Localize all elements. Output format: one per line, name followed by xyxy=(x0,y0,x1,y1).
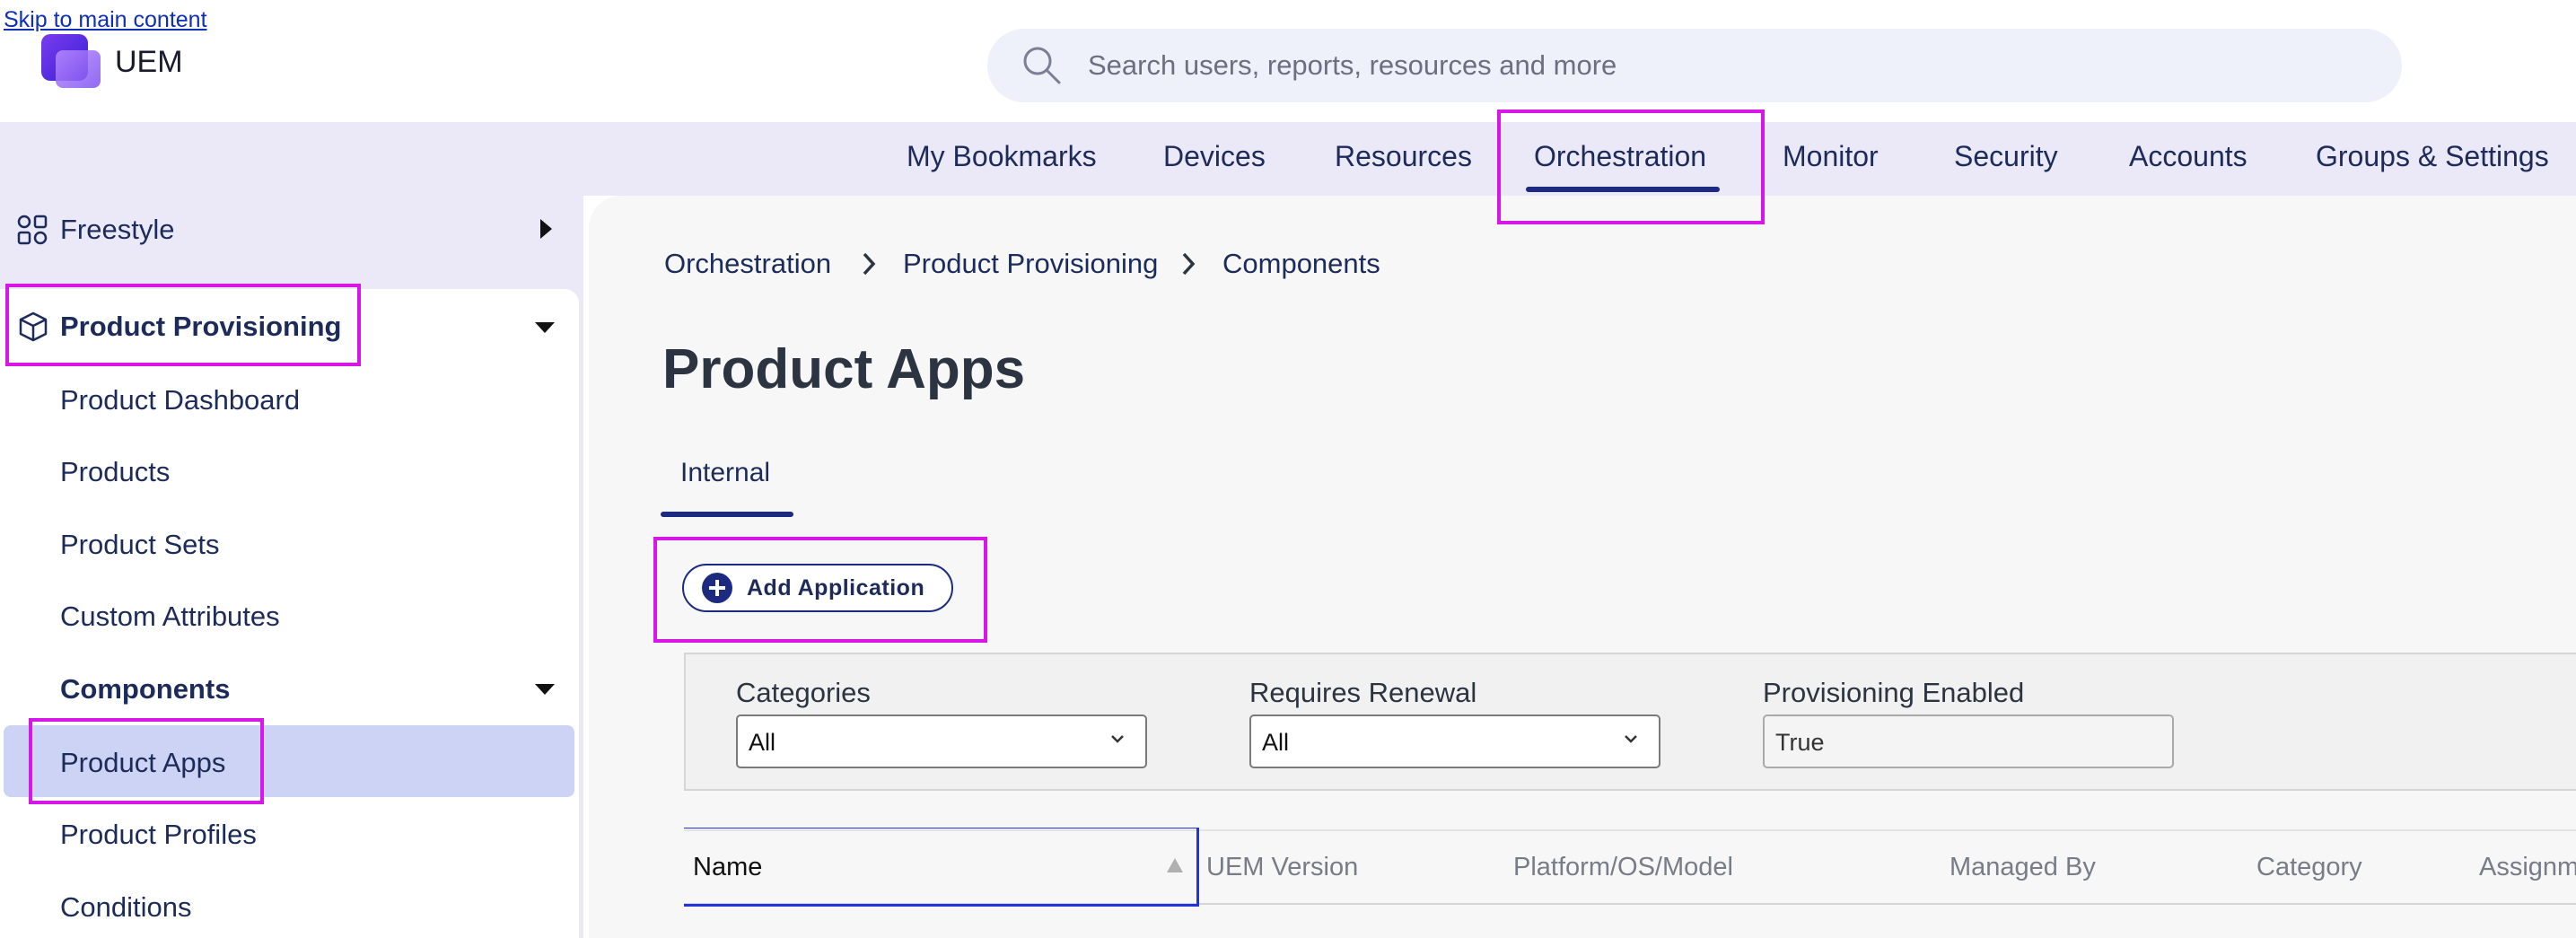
provisioning-enabled-label: Provisioning Enabled xyxy=(1763,677,2025,708)
search-icon xyxy=(1023,47,1061,84)
column-header-uem-version[interactable]: UEM Version xyxy=(1206,853,1358,882)
sidebar-item-product-apps[interactable]: Product Apps xyxy=(60,747,225,779)
search-input[interactable] xyxy=(1088,49,2255,82)
collapse-product-provisioning-icon[interactable] xyxy=(535,322,555,333)
sidebar-item-product-dashboard[interactable]: Product Dashboard xyxy=(60,384,300,416)
sidebar-item-custom-attributes[interactable]: Custom Attributes xyxy=(60,600,280,633)
chevron-down-icon xyxy=(1111,735,1124,743)
nav-monitor[interactable]: Monitor xyxy=(1783,140,1879,173)
column-header-assignment[interactable]: Assignm xyxy=(2479,853,2576,882)
sidebar-item-product-sets[interactable]: Product Sets xyxy=(60,529,219,561)
sort-ascending-icon[interactable] xyxy=(1167,858,1183,872)
uem-logo-icon xyxy=(41,34,106,90)
nav-my-bookmarks[interactable]: My Bookmarks xyxy=(907,140,1097,173)
collapse-components-icon[interactable] xyxy=(535,684,555,695)
column-header-name[interactable]: Name xyxy=(693,853,762,882)
sidebar-item-freestyle[interactable]: Freestyle xyxy=(60,214,174,246)
sidebar-item-products[interactable]: Products xyxy=(60,456,170,488)
plus-circle-icon xyxy=(702,573,732,603)
nav-active-indicator xyxy=(1526,187,1720,192)
categories-label: Categories xyxy=(736,677,871,708)
chevron-right-icon xyxy=(1182,252,1196,276)
sidebar-item-product-provisioning[interactable]: Product Provisioning xyxy=(60,311,341,343)
provisioning-enabled-field[interactable]: True xyxy=(1763,714,2174,768)
brand[interactable]: UEM xyxy=(41,34,183,90)
chevron-down-icon xyxy=(1625,735,1637,743)
column-header-platform[interactable]: Platform/OS/Model xyxy=(1513,853,1733,882)
sidebar-item-product-profiles[interactable]: Product Profiles xyxy=(60,819,257,851)
tab-active-indicator xyxy=(661,512,793,517)
column-header-category[interactable]: Category xyxy=(2256,853,2362,882)
nav-devices[interactable]: Devices xyxy=(1163,140,1266,173)
sidebar-item-conditions[interactable]: Conditions xyxy=(60,891,191,924)
provisioning-enabled-value: True xyxy=(1775,729,1825,756)
breadcrumb-components[interactable]: Components xyxy=(1222,248,1380,280)
requires-renewal-label: Requires Renewal xyxy=(1249,677,1477,708)
freestyle-icon xyxy=(17,215,48,245)
global-search[interactable] xyxy=(987,29,2402,102)
nav-accounts[interactable]: Accounts xyxy=(2129,140,2247,173)
column-header-managed-by[interactable]: Managed By xyxy=(1950,853,2096,882)
sidebar-item-components[interactable]: Components xyxy=(60,673,230,706)
package-icon xyxy=(19,311,48,342)
add-application-button[interactable]: Add Application xyxy=(682,564,953,612)
page-title: Product Apps xyxy=(662,338,1026,400)
top-navigation: My Bookmarks Devices Resources Orchestra… xyxy=(0,122,2576,196)
nav-groups-settings[interactable]: Groups & Settings xyxy=(2316,140,2549,173)
nav-resources[interactable]: Resources xyxy=(1335,140,1472,173)
requires-renewal-select[interactable]: All xyxy=(1249,714,1660,768)
requires-renewal-value: All xyxy=(1262,729,1290,756)
categories-select[interactable]: All xyxy=(736,714,1147,768)
chevron-right-icon xyxy=(863,252,876,276)
breadcrumb-orchestration[interactable]: Orchestration xyxy=(664,248,831,280)
tab-internal[interactable]: Internal xyxy=(680,458,770,488)
breadcrumb-product-provisioning[interactable]: Product Provisioning xyxy=(903,248,1158,280)
nav-security[interactable]: Security xyxy=(1954,140,2058,173)
skip-to-main-link[interactable]: Skip to main content xyxy=(4,7,207,33)
brand-name: UEM xyxy=(115,44,183,79)
expand-freestyle-icon[interactable] xyxy=(540,219,552,239)
add-application-label: Add Application xyxy=(747,574,925,600)
nav-orchestration[interactable]: Orchestration xyxy=(1534,140,1706,173)
categories-value: All xyxy=(749,729,776,756)
